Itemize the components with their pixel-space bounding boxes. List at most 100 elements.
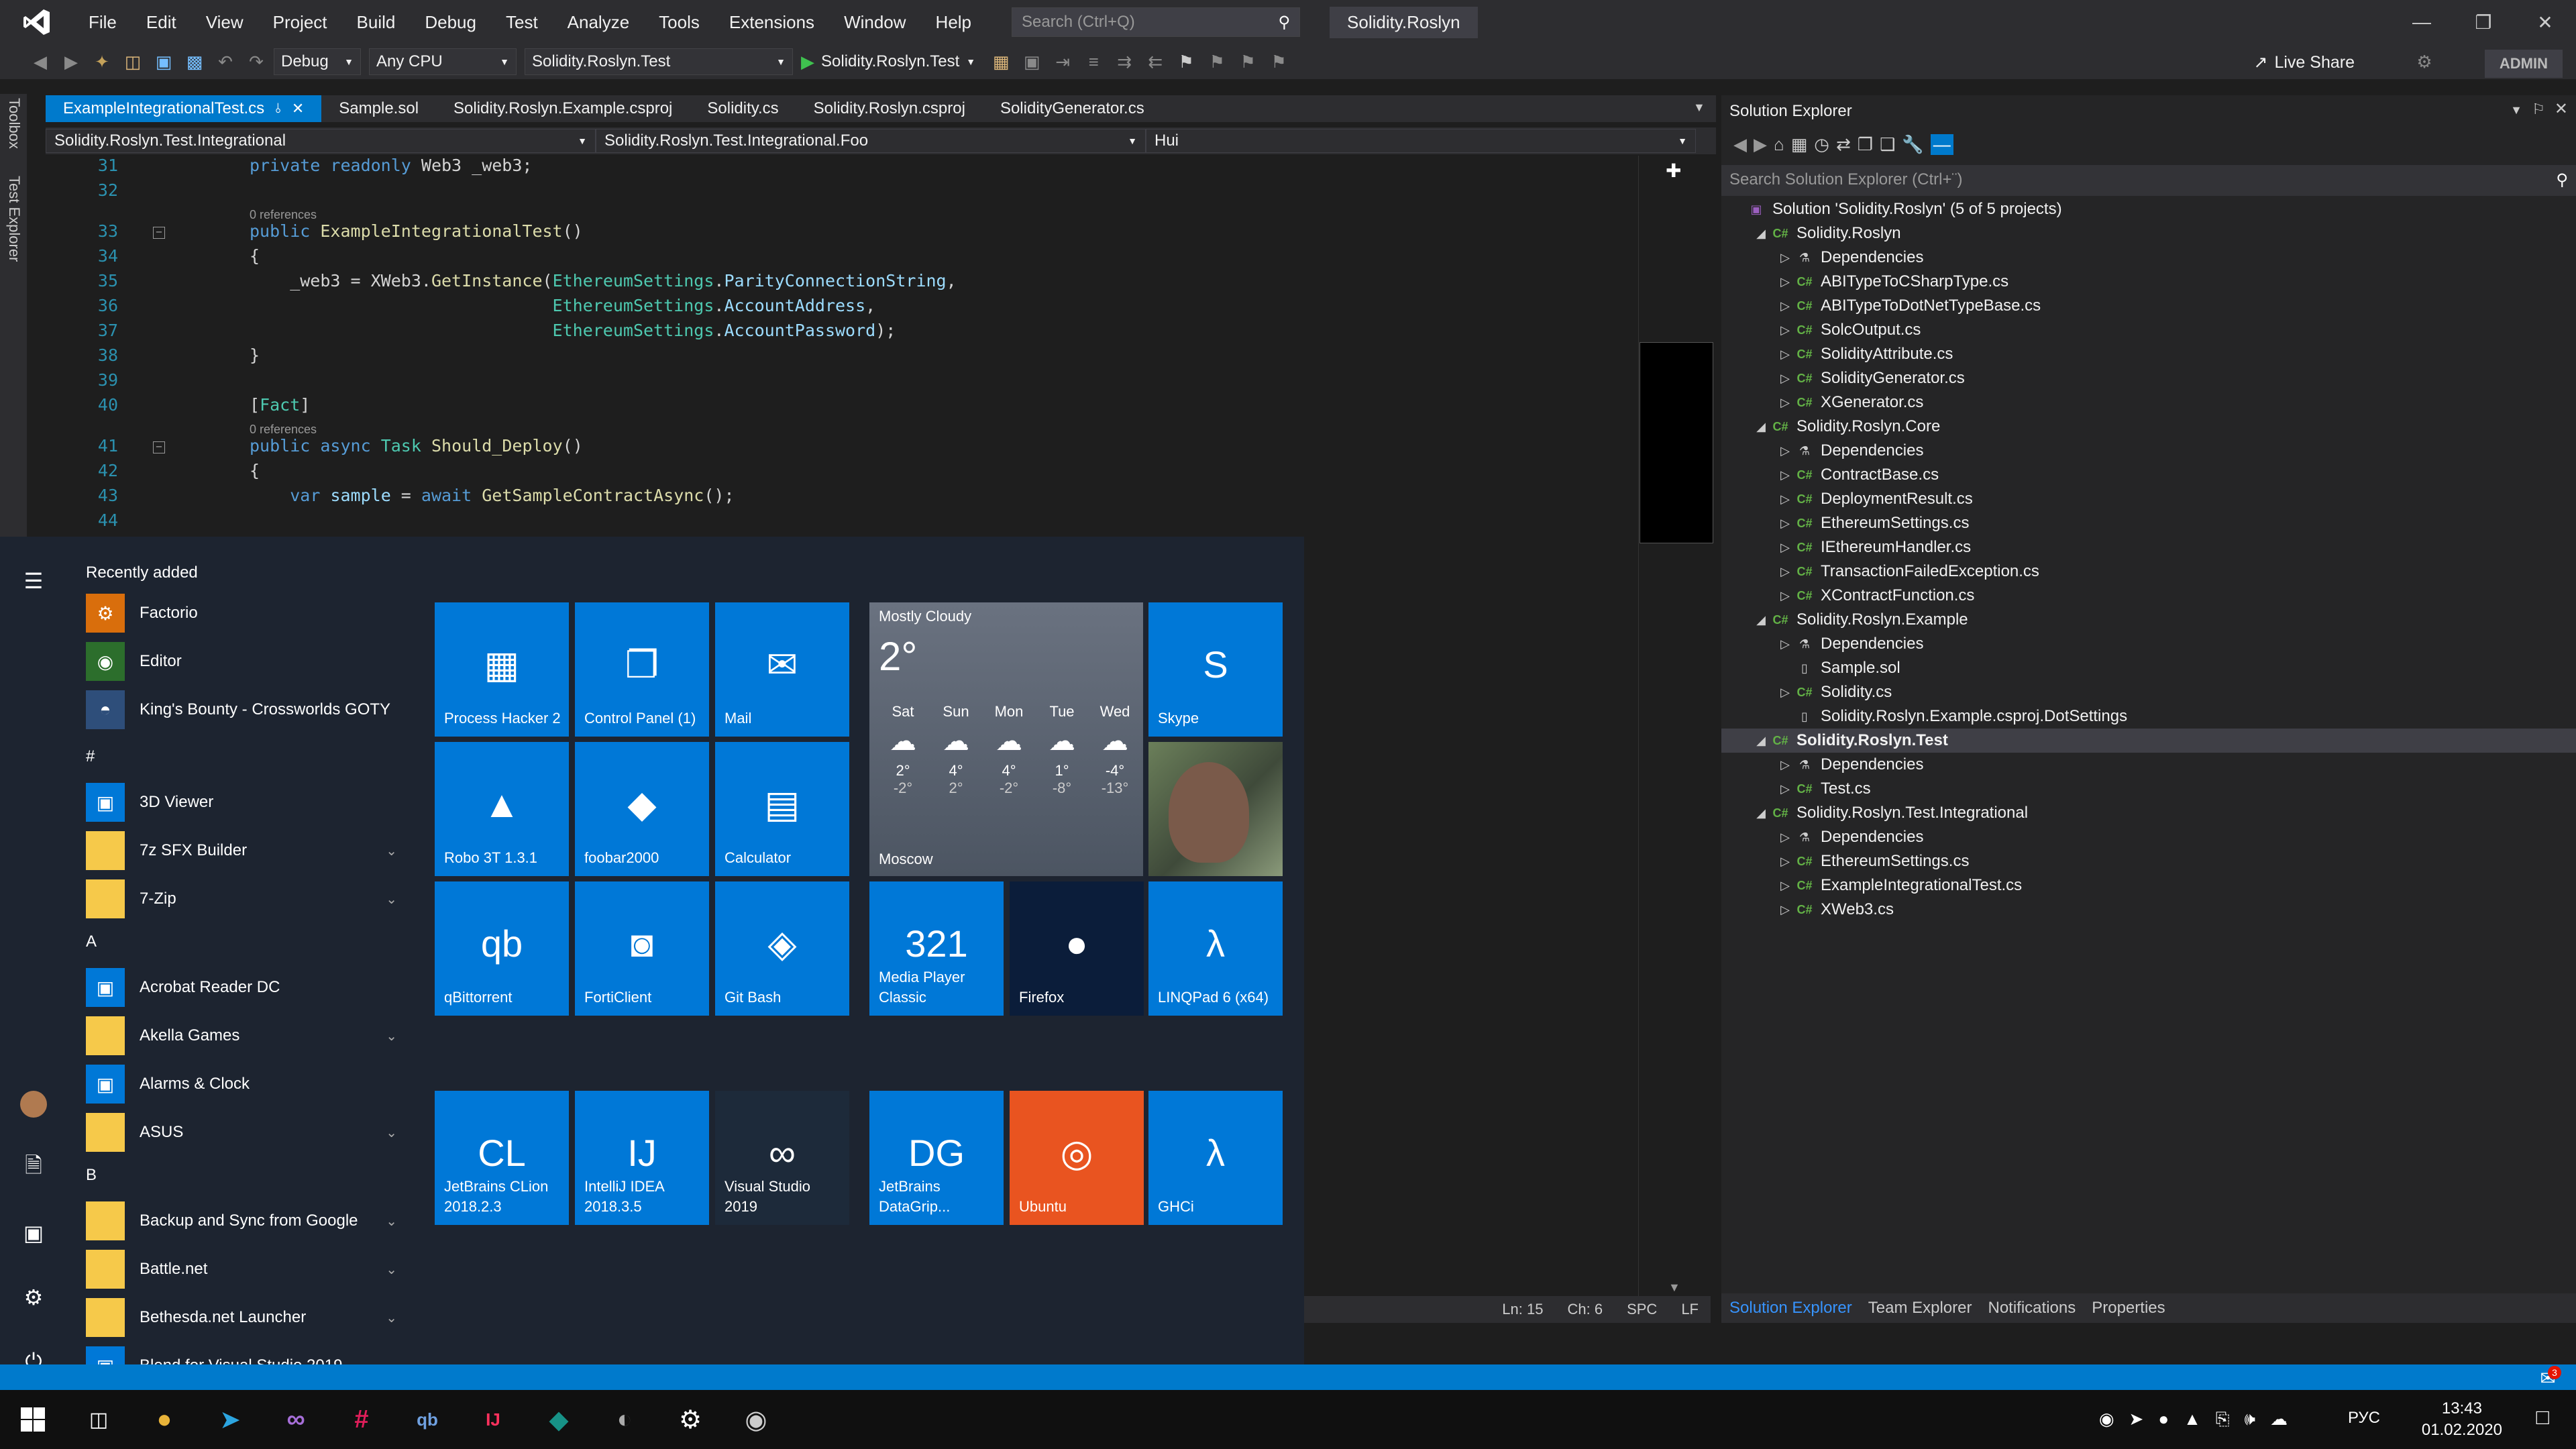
- tab-solidity-roslyn-example-csproj[interactable]: Solidity.Roslyn.Example.csproj: [436, 95, 690, 122]
- app-list-item[interactable]: 7-Zip ⌄: [86, 877, 408, 920]
- tab-solution-explorer[interactable]: Solution Explorer: [1721, 1299, 1860, 1318]
- app-list-item[interactable]: Akella Games ⌄: [86, 1014, 408, 1057]
- solution-search-input[interactable]: Search Solution Explorer (Ctrl+¨) ⚲: [1721, 165, 2576, 196]
- show-all-files-icon[interactable]: ❑: [1880, 134, 1895, 155]
- tree-node[interactable]: ▷ C# XGenerator.cs: [1721, 390, 1923, 415]
- tree-node[interactable]: ▷ C# SolidityAttribute.cs: [1721, 342, 1953, 366]
- startup-project-select[interactable]: Solidity.Roslyn.Test ▼: [525, 48, 793, 75]
- tab-exampleintegrationaltest-cs[interactable]: ExampleIntegrationalTest.cs ⫰ ✕: [46, 95, 322, 122]
- tab-overflow-icon[interactable]: ▼: [1693, 101, 1705, 115]
- tile-ubuntu[interactable]: ◎ Ubuntu: [1010, 1091, 1144, 1225]
- photos-tile[interactable]: [1148, 742, 1283, 876]
- gitkraken-icon[interactable]: ◆: [526, 1390, 592, 1449]
- side-tab-toolbox[interactable]: Toolbox: [5, 98, 23, 149]
- collapsed-arrow-icon[interactable]: ▷: [1776, 903, 1794, 917]
- line-ending-indicator[interactable]: LF: [1681, 1301, 1699, 1318]
- back-icon[interactable]: ◀: [27, 48, 54, 75]
- tree-node[interactable]: ▷ C# ABITypeToCSharpType.cs: [1721, 270, 2008, 294]
- tree-node[interactable]: ▷ C# EthereumSettings.cs: [1721, 511, 1969, 535]
- app-list-item[interactable]: Battle.net ⌄: [86, 1248, 408, 1291]
- fiddler-icon[interactable]: ◐: [592, 1390, 657, 1449]
- section-letter[interactable]: A: [86, 932, 97, 951]
- hamburger-icon[interactable]: ☰: [16, 564, 51, 598]
- tab-solidity-roslyn-csproj[interactable]: Solidity.Roslyn.csproj: [796, 95, 983, 122]
- editor-map-scrollbar[interactable]: ✚ ▼: [1638, 156, 1716, 1301]
- tree-node[interactable]: ▷ C# SolcOutput.cs: [1721, 318, 1921, 342]
- fold-toggle-icon[interactable]: −: [153, 227, 165, 239]
- tree-node[interactable]: ▷ C# IEthereumHandler.cs: [1721, 535, 1971, 559]
- outdent-icon[interactable]: ⇇: [1142, 48, 1169, 75]
- codelens-references[interactable]: 0 references: [250, 423, 317, 437]
- documents-icon[interactable]: 🗎: [16, 1151, 51, 1186]
- collapsed-arrow-icon[interactable]: ▷: [1776, 517, 1794, 531]
- format-icon[interactable]: ≡: [1080, 48, 1107, 75]
- type-dropdown[interactable]: Solidity.Roslyn.Test.Integrational.Foo ▼: [596, 129, 1146, 153]
- tile-media-player-classic[interactable]: 321 Media Player Classic: [869, 881, 1004, 1016]
- tile-forticlient[interactable]: ◙ FortiClient: [575, 881, 709, 1016]
- restore-button[interactable]: ❐: [2453, 0, 2514, 44]
- collapse-all-icon[interactable]: ❐: [1858, 134, 1873, 155]
- save-all-icon[interactable]: ▩: [181, 48, 208, 75]
- app-list-item[interactable]: ▣ Acrobat Reader DC: [86, 966, 408, 1009]
- app-list-item[interactable]: Backup and Sync from Google ⌄: [86, 1199, 408, 1242]
- collapsed-arrow-icon[interactable]: ▷: [1776, 299, 1794, 313]
- tree-node[interactable]: ▣ Solution 'Solidity.Roslyn' (5 of 5 proj…: [1721, 197, 2061, 221]
- collapsed-arrow-icon[interactable]: ▷: [1776, 251, 1794, 265]
- telegram-icon[interactable]: ➤: [197, 1390, 263, 1449]
- expanded-arrow-icon[interactable]: ◢: [1752, 420, 1770, 434]
- live-share-button[interactable]: ↗ Live Share: [2254, 52, 2355, 72]
- project-dropdown[interactable]: Solidity.Roslyn.Test.Integrational ▼: [46, 129, 596, 153]
- tile-calculator[interactable]: ▤ Calculator: [715, 742, 849, 876]
- tree-node[interactable]: ▷ C# ContractBase.cs: [1721, 463, 1939, 487]
- chevron-down-icon[interactable]: ⌄: [386, 1213, 397, 1230]
- network-icon[interactable]: ⎘: [2216, 1409, 2230, 1430]
- expanded-arrow-icon[interactable]: ◢: [1752, 227, 1770, 241]
- action-center-icon[interactable]: □: [2536, 1405, 2549, 1430]
- tile-skype[interactable]: S Skype: [1148, 602, 1283, 737]
- collapsed-arrow-icon[interactable]: ▷: [1776, 830, 1794, 845]
- onedrive-icon[interactable]: ☁: [2270, 1409, 2288, 1430]
- app-list-item[interactable]: ▣ 3D Viewer: [86, 781, 408, 824]
- settings-icon[interactable]: ⚙: [16, 1280, 51, 1315]
- app-list-item[interactable]: Bethesda.net Launcher ⌄: [86, 1296, 408, 1339]
- windows-start-icon[interactable]: [0, 1390, 66, 1449]
- collapsed-arrow-icon[interactable]: ▷: [1776, 323, 1794, 337]
- collapsed-arrow-icon[interactable]: ▷: [1776, 468, 1794, 482]
- expanded-arrow-icon[interactable]: ◢: [1752, 806, 1770, 820]
- step-icon[interactable]: ⇥: [1049, 48, 1076, 75]
- tree-node[interactable]: ▷ C# DeploymentResult.cs: [1721, 487, 1973, 511]
- chevron-down-icon[interactable]: ⌄: [386, 891, 397, 908]
- whitespace-indicator[interactable]: SPC: [1627, 1301, 1657, 1318]
- collapsed-arrow-icon[interactable]: ▷: [1776, 347, 1794, 362]
- language-indicator[interactable]: РУС: [2348, 1409, 2380, 1428]
- qbittorrent-icon[interactable]: qb: [394, 1390, 460, 1449]
- menu-view[interactable]: View: [191, 0, 258, 44]
- tile-linqpad-6-x64[interactable]: λ LINQPad 6 (x64): [1148, 881, 1283, 1016]
- menu-debug[interactable]: Debug: [410, 0, 491, 44]
- clock[interactable]: 13:43 01.02.2020: [2422, 1398, 2502, 1441]
- tile-firefox[interactable]: ● Firefox: [1010, 881, 1144, 1016]
- tree-node[interactable]: ▷ C# ABITypeToDotNetTypeBase.cs: [1721, 294, 2041, 318]
- tab-soliditygenerator-cs[interactable]: SolidityGenerator.cs: [983, 95, 1162, 122]
- collapsed-arrow-icon[interactable]: ▷: [1776, 686, 1794, 700]
- expanded-arrow-icon[interactable]: ◢: [1752, 613, 1770, 627]
- new-project-icon[interactable]: ✦: [89, 48, 115, 75]
- collapsed-arrow-icon[interactable]: ▷: [1776, 589, 1794, 603]
- properties-icon[interactable]: 🔧: [1902, 134, 1923, 155]
- tile-process-hacker-2[interactable]: ▦ Process Hacker 2: [435, 602, 569, 737]
- tab-properties[interactable]: Properties: [2084, 1299, 2173, 1318]
- redo-icon[interactable]: ↷: [243, 48, 270, 75]
- tile-intellij-idea-2018-3-5[interactable]: IJ IntelliJ IDEA 2018.3.5: [575, 1091, 709, 1225]
- home-icon[interactable]: ⌂: [1774, 134, 1784, 155]
- search-input[interactable]: Search (Ctrl+Q) ⚲: [1012, 7, 1301, 37]
- scroll-down-icon[interactable]: ▼: [1668, 1281, 1680, 1295]
- member-dropdown[interactable]: Hui ▼: [1146, 129, 1696, 153]
- menu-tools[interactable]: Tools: [644, 0, 714, 44]
- chrome-icon[interactable]: ●: [131, 1390, 197, 1449]
- start-debugging-button[interactable]: ▶ Solidity.Roslyn.Test ▼: [801, 52, 975, 72]
- tree-node[interactable]: ▷ ⚗ Dependencies: [1721, 246, 1923, 270]
- tree-node[interactable]: ◢ C# Solidity.Roslyn.Example: [1721, 608, 1968, 632]
- tree-node[interactable]: ▷ C# Solidity.cs: [1721, 680, 1892, 704]
- collapsed-arrow-icon[interactable]: ▷: [1776, 372, 1794, 386]
- sync-icon[interactable]: ⇄: [1836, 134, 1851, 155]
